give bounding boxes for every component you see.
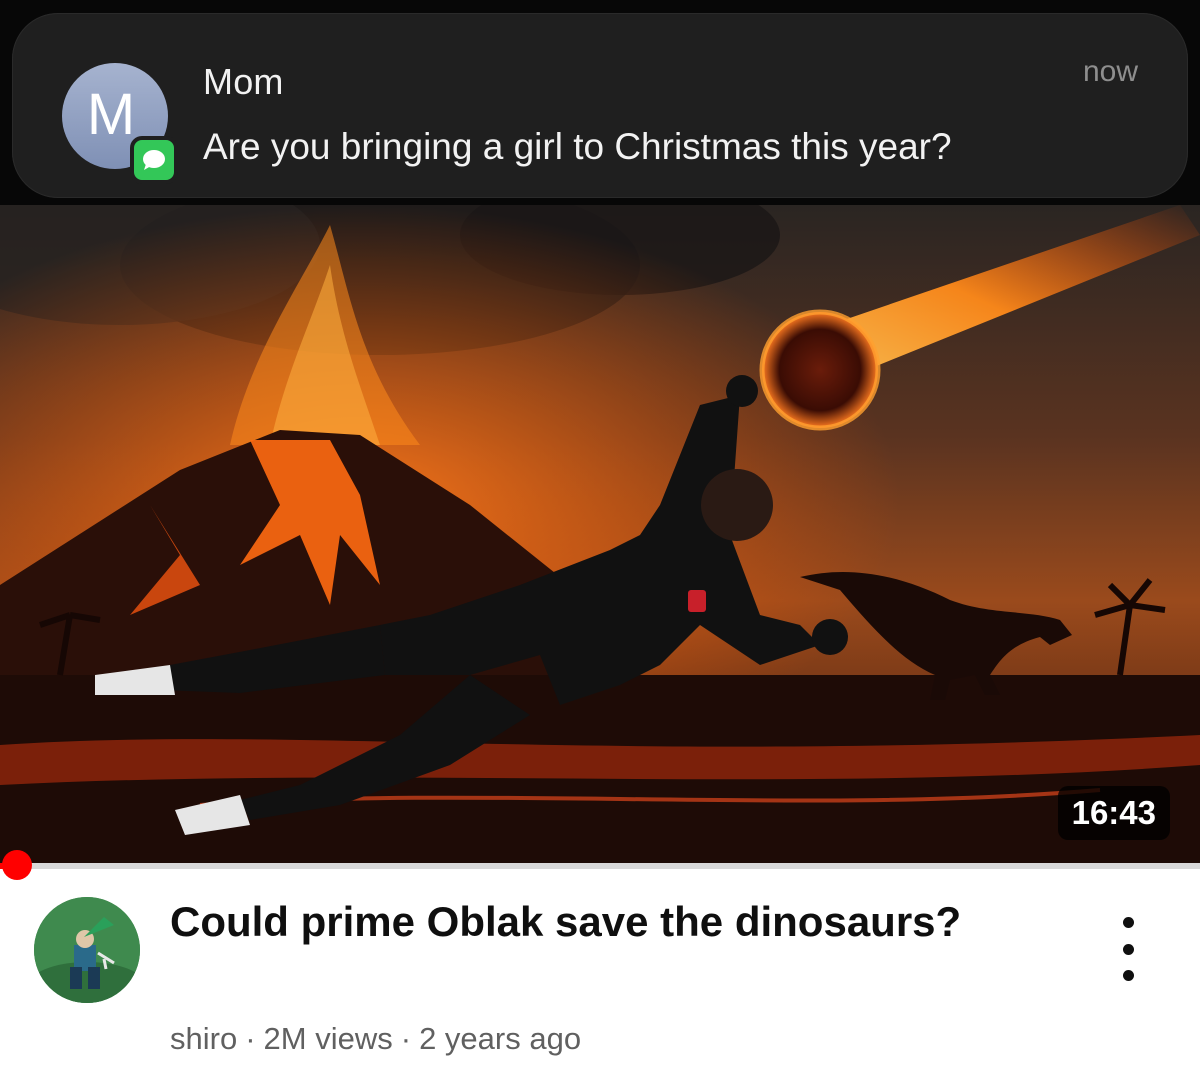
avatar-letter: M	[86, 81, 136, 147]
notification-message: Are you bringing a girl to Christmas thi…	[203, 126, 952, 167]
notification-sender: Mom	[203, 61, 284, 102]
video-thumbnail[interactable]: 16:43	[0, 205, 1200, 865]
meta-separator: ·	[400, 1021, 412, 1056]
meta-separator: ·	[245, 1021, 256, 1056]
message-notification[interactable]: M Mom Are you bringing a girl to Christm…	[12, 13, 1188, 198]
upload-age: 2 years ago	[419, 1021, 582, 1056]
channel-avatar-art	[34, 897, 140, 1003]
view-count: 2M views	[263, 1021, 393, 1056]
channel-name[interactable]: shiro	[170, 1021, 237, 1056]
vertical-ellipsis-icon[interactable]	[1108, 917, 1148, 981]
video-duration: 16:43	[1057, 786, 1170, 840]
thumbnail-artwork	[0, 205, 1200, 865]
watch-progress-dot	[2, 850, 32, 880]
video-metadata: shiro · 2M views · 2 years ago	[170, 1021, 581, 1057]
channel-avatar[interactable]	[34, 897, 140, 1003]
notification-time: now	[1082, 55, 1138, 88]
messages-app-icon	[130, 136, 178, 184]
video-title[interactable]: Could prime Oblak save the dinosaurs?	[170, 895, 1050, 949]
watch-progress-track	[0, 863, 1200, 869]
